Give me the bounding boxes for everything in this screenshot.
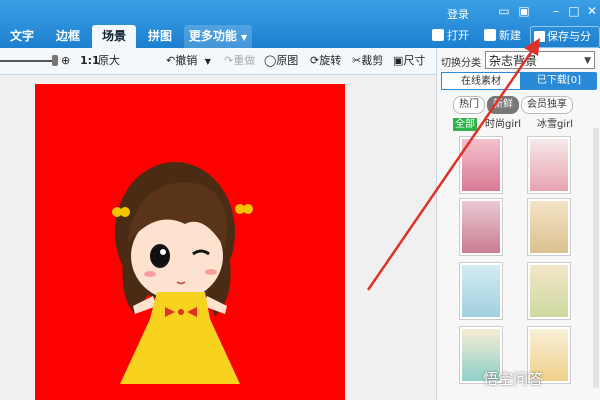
- new-button[interactable]: 新建: [484, 28, 521, 44]
- material-thumbnail[interactable]: [527, 262, 571, 320]
- tab-text[interactable]: 文字: [0, 25, 44, 48]
- tab-downloaded[interactable]: 已下载[0]: [521, 72, 597, 90]
- undo-icon: ↶: [166, 54, 176, 67]
- size-button[interactable]: ▣尺寸: [393, 53, 425, 69]
- filter-hot[interactable]: 热门: [453, 96, 485, 114]
- save-share-button[interactable]: 保存与分享: [530, 26, 600, 63]
- chat-icon[interactable]: ▭: [496, 3, 512, 19]
- material-thumbnail[interactable]: [527, 198, 571, 256]
- resize-icon: ▣: [393, 54, 404, 67]
- crop-button[interactable]: ✂裁剪: [352, 53, 383, 69]
- cartoon-girl-illustration: [112, 162, 253, 384]
- rotate-icon: ⟳: [310, 54, 320, 67]
- material-thumbnail[interactable]: [459, 262, 503, 320]
- zoom-slider-handle[interactable]: [52, 55, 58, 66]
- category-value: 杂志背景: [489, 54, 538, 68]
- tab-more-features[interactable]: 更多功能 ▼: [184, 25, 252, 48]
- ratio-button[interactable]: 1:1: [80, 53, 100, 69]
- source-tabs: 在线素材 已下载[0]: [441, 72, 597, 90]
- size-label: 尺寸: [403, 54, 426, 67]
- title-bar: 文字 边框 场景 拼图 更多功能 ▼ 登录 ▭ ▣ – □ ✕ 打开 新建 保存…: [0, 0, 600, 63]
- chevron-down-icon: ▼: [241, 33, 248, 42]
- category-select[interactable]: 杂志背景 ▼: [485, 51, 595, 69]
- edited-photo[interactable]: [35, 84, 345, 400]
- skin-icon[interactable]: ▣: [516, 3, 532, 19]
- subcategory-fashion-girl[interactable]: 时尚girl: [485, 118, 521, 131]
- minimize-icon[interactable]: –: [548, 3, 564, 19]
- tab-border[interactable]: 边框: [46, 25, 90, 48]
- rotate-label: 旋转: [319, 54, 342, 67]
- tab-more-label: 更多功能: [188, 29, 237, 43]
- open-label: 打开: [447, 29, 469, 42]
- category-label: 切换分类: [441, 58, 481, 69]
- rotate-button[interactable]: ⟳旋转: [310, 53, 341, 69]
- material-thumbnail[interactable]: [459, 136, 503, 194]
- chevron-down-icon: ▼: [204, 57, 211, 66]
- material-thumbnail[interactable]: [459, 198, 503, 256]
- new-label: 新建: [499, 29, 521, 42]
- zoom-icon[interactable]: ⊕: [61, 53, 70, 69]
- crop-label: 裁剪: [361, 54, 384, 67]
- open-button[interactable]: 打开: [432, 28, 469, 44]
- maximize-icon[interactable]: □: [566, 3, 582, 19]
- chevron-down-icon: ▼: [584, 56, 591, 66]
- undo-button[interactable]: ↶撤销 ▼: [166, 53, 211, 69]
- zoom-slider[interactable]: [0, 60, 56, 62]
- subcategory-ice-girl[interactable]: 冰雪girl: [537, 118, 573, 131]
- circle-icon: ◯: [264, 54, 277, 67]
- redo-icon: ↷: [224, 54, 234, 67]
- new-icon: [484, 29, 496, 41]
- redo-button[interactable]: ↷重做: [224, 53, 255, 69]
- save-icon: [534, 31, 545, 42]
- original-image-label: 原图: [276, 54, 299, 67]
- undo-label: 撤销: [175, 54, 198, 67]
- material-thumbnail[interactable]: [527, 136, 571, 194]
- redo-label: 重做: [233, 54, 256, 67]
- tab-collage[interactable]: 拼图: [138, 25, 182, 48]
- tab-online-material[interactable]: 在线素材: [441, 72, 521, 90]
- watermark: 悟空问答: [483, 370, 544, 388]
- original-image-button[interactable]: ◯原图: [264, 53, 298, 69]
- subcategory-all[interactable]: 全部: [453, 118, 477, 131]
- filter-fresh[interactable]: 新鲜: [487, 96, 519, 114]
- close-icon[interactable]: ✕: [584, 3, 600, 19]
- canvas-area[interactable]: [0, 75, 436, 400]
- login-link[interactable]: 登录: [447, 6, 469, 22]
- material-panel: 切换分类 杂志背景 ▼ 在线素材 已下载[0] 热门 新鲜 会员独享 全部 时尚…: [436, 48, 600, 400]
- tab-scene[interactable]: 场景: [92, 25, 136, 48]
- folder-icon: [432, 29, 444, 41]
- original-size-button[interactable]: 原大: [98, 53, 120, 69]
- scissors-icon: ✂: [352, 54, 362, 67]
- panel-scrollbar[interactable]: [593, 128, 599, 388]
- filter-member[interactable]: 会员独享: [521, 96, 573, 114]
